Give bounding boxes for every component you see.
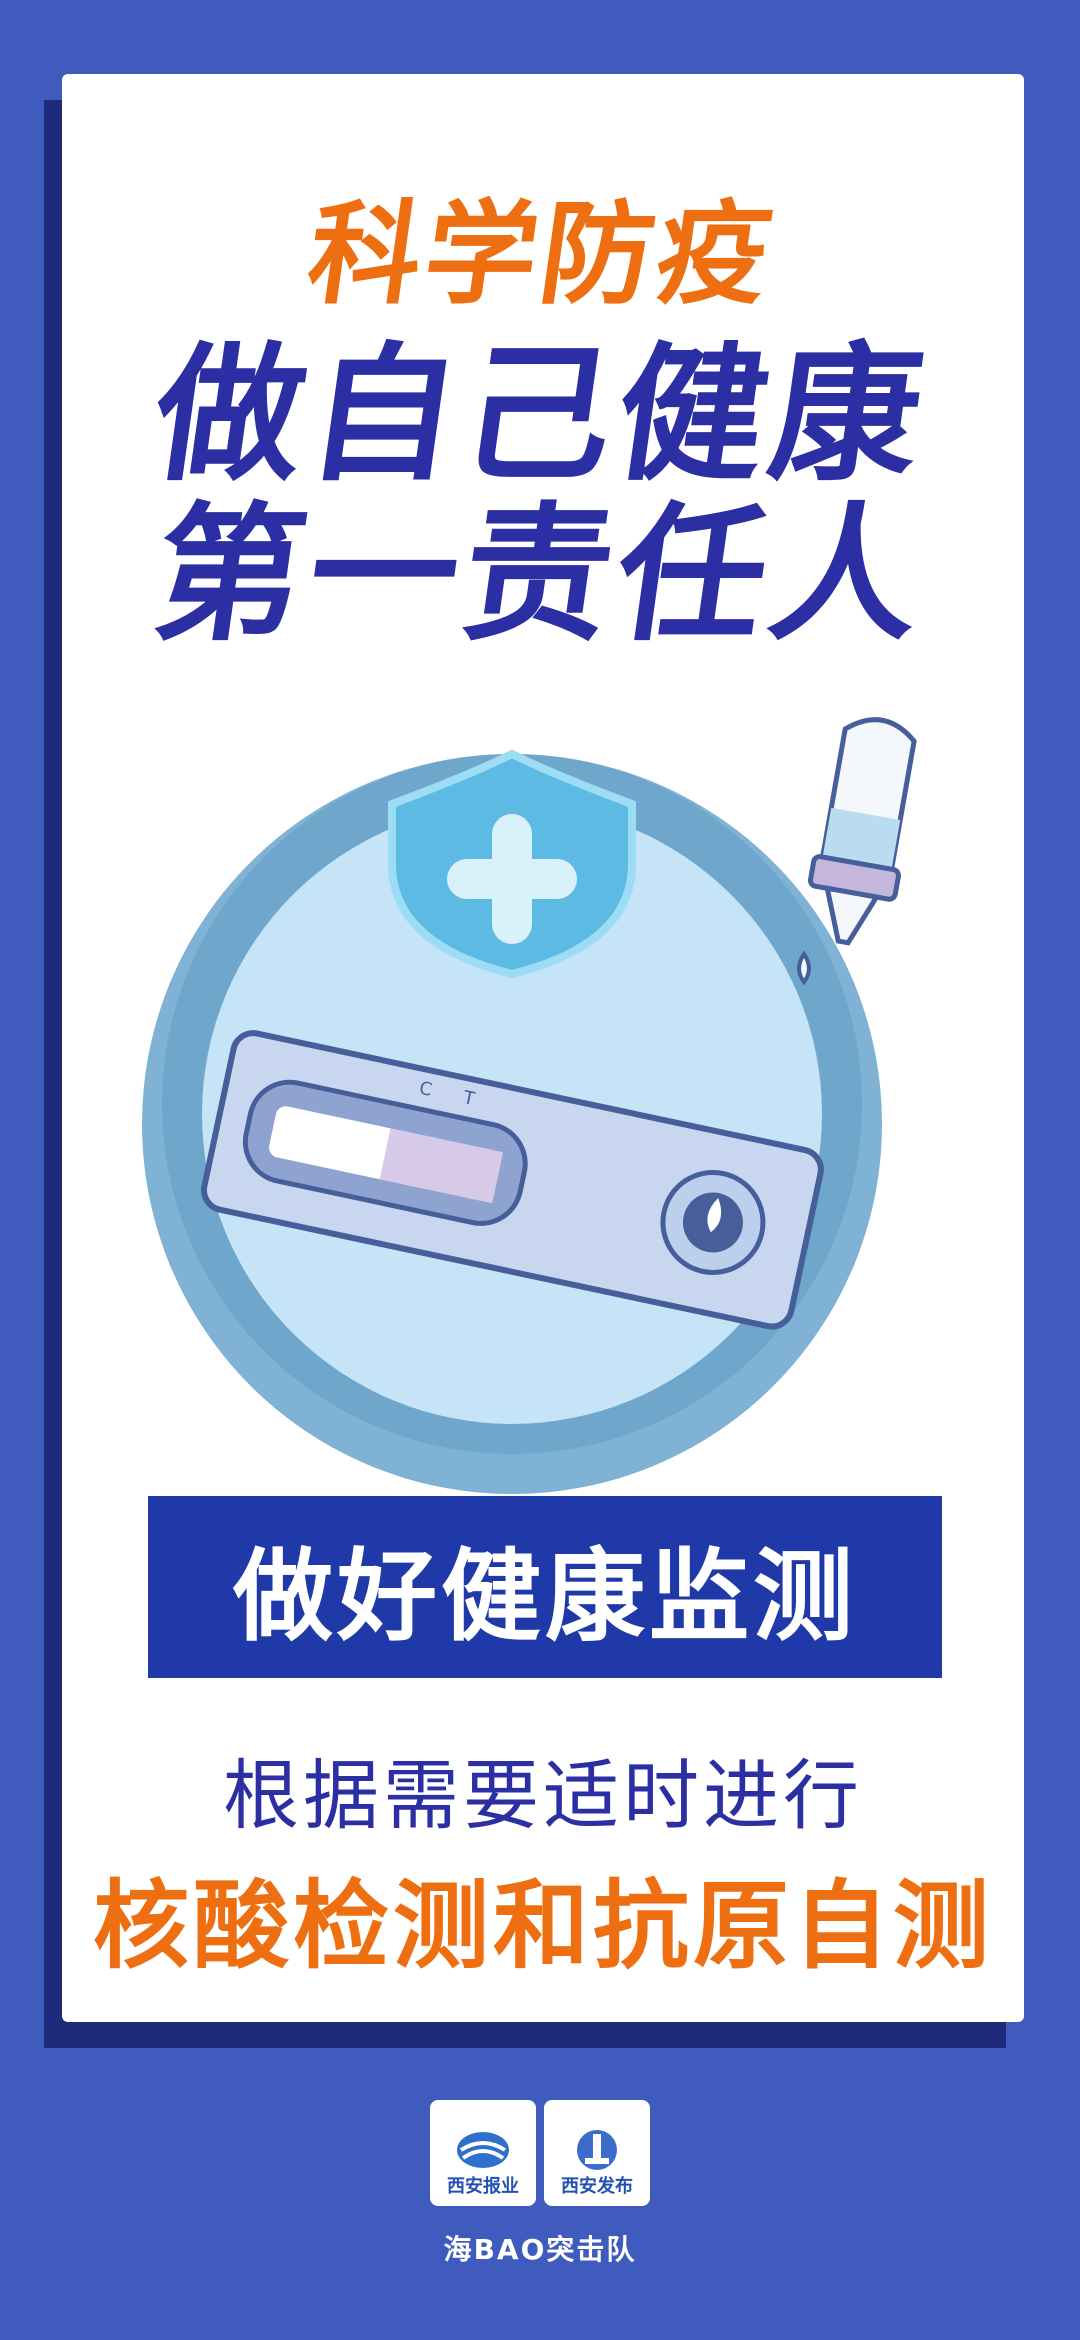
xian-release-logo-icon [577, 2130, 617, 2170]
body-line-2: 核酸检测和抗原自测 [93, 1870, 993, 1982]
antigen-test-illustration: C T [142, 717, 917, 1494]
xian-newspaper-logo: 西安报业 [430, 2100, 536, 2206]
dropper-icon [807, 717, 917, 946]
shield-icon [388, 749, 636, 979]
headline-line-3: 第一责任人 [144, 489, 939, 661]
xian-release-logo-text: 西安发布 [561, 2176, 633, 2197]
body-line-1: 根据需要适时进行 [223, 1751, 863, 1840]
health-monitoring-banner: 做好健康监测 [148, 1496, 942, 1678]
banner-text: 做好健康监测 [233, 1537, 857, 1655]
poster-card: 科学防疫 做自己健康 第一责任人 C T 做好健康监测 根据需要适时进行 核酸检… [62, 74, 1024, 2022]
xian-newspaper-logo-icon [457, 2132, 509, 2168]
footer-text: 海BAO突击队 [443, 2233, 637, 2266]
logo-group: 西安报业 西安发布 [430, 2100, 652, 2210]
xian-release-logo: 西安发布 [544, 2100, 650, 2206]
xian-newspaper-logo-text: 西安报业 [447, 2176, 519, 2197]
droplet-icon [797, 950, 811, 986]
